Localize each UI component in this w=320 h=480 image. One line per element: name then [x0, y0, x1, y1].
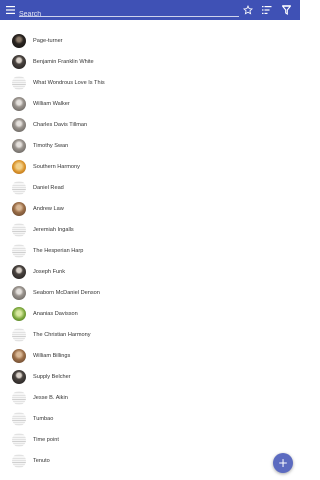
avatar — [12, 54, 26, 69]
avatar — [12, 201, 26, 216]
list-item[interactable]: William Billings — [0, 345, 300, 366]
list-item-label: Charles Davis Tillman — [33, 121, 88, 128]
hamburger-menu-icon[interactable] — [4, 4, 16, 16]
list-item[interactable]: Southern Harmony — [0, 156, 300, 177]
list-item-label: Jesse B. Aikin — [33, 394, 68, 401]
list-item[interactable]: Seaborn McDaniel Denson — [0, 282, 300, 303]
avatar — [12, 180, 26, 195]
avatar — [12, 243, 26, 258]
list-item-label: Benjamin Franklin White — [33, 58, 94, 65]
list-item-label: Seaborn McDaniel Denson — [33, 289, 100, 296]
list-item-label: Timothy Swan — [33, 142, 69, 149]
search-input[interactable] — [19, 8, 239, 21]
plus-icon: + — [277, 456, 289, 470]
avatar — [12, 33, 26, 48]
list-item[interactable]: What Wondrous Love Is This — [0, 72, 300, 93]
app-toolbar — [0, 0, 300, 21]
avatar — [12, 348, 26, 363]
list-item-label: The Hesperian Harp — [33, 247, 84, 254]
list-item-label: Page-turner — [33, 37, 63, 44]
list-item-label: Supply Belcher — [33, 373, 71, 380]
list-item[interactable]: Joseph Funk — [0, 261, 300, 282]
list-item[interactable]: Tumbao — [0, 408, 300, 429]
list-item[interactable]: Benjamin Franklin White — [0, 51, 300, 72]
list-item-label: Ananias Davisson — [33, 310, 78, 317]
filter-icon[interactable] — [280, 4, 292, 16]
star-icon[interactable] — [242, 4, 254, 16]
search-field[interactable] — [19, 3, 239, 21]
avatar — [12, 327, 26, 342]
avatar — [12, 75, 26, 90]
list-item[interactable]: Timothy Swan — [0, 135, 300, 156]
list-item-label: What Wondrous Love Is This — [33, 79, 105, 86]
avatar — [12, 306, 26, 321]
list-item[interactable]: Daniel Read — [0, 177, 300, 198]
list-item[interactable]: The Hesperian Harp — [0, 240, 300, 261]
avatar — [12, 264, 26, 279]
list-item-label: Jeremiah Ingalls — [33, 226, 74, 233]
list-item-label: Tenuto — [33, 457, 50, 464]
avatar — [12, 117, 26, 132]
list-item[interactable]: Ananias Davisson — [0, 303, 300, 324]
list-item-label: William Billings — [33, 352, 71, 359]
list-item[interactable]: Jesse B. Aikin — [0, 387, 300, 408]
list-item-label: Tumbao — [33, 415, 54, 422]
avatar — [12, 411, 26, 426]
avatar — [12, 159, 26, 174]
list-item-label: Southern Harmony — [33, 163, 80, 170]
list-item-label: Daniel Read — [33, 184, 64, 191]
list-item[interactable]: Supply Belcher — [0, 366, 300, 387]
avatar — [12, 222, 26, 237]
list-item-label: The Christian Harmony — [33, 331, 91, 338]
avatar — [12, 453, 26, 468]
list-item[interactable]: Charles Davis Tillman — [0, 114, 300, 135]
list-item[interactable]: The Christian Harmony — [0, 324, 300, 345]
list-item-label: Time point — [33, 436, 59, 443]
list-item-label: Joseph Funk — [33, 268, 66, 275]
avatar — [12, 369, 26, 384]
add-fab-button[interactable]: + — [273, 453, 293, 473]
avatar — [12, 285, 26, 300]
list-item-label: Andrew Law — [33, 205, 64, 212]
list-item[interactable]: William Walker — [0, 93, 300, 114]
list-item[interactable]: Page-turner — [0, 30, 300, 51]
list-item-label: William Walker — [33, 100, 70, 107]
avatar — [12, 390, 26, 405]
avatar — [12, 432, 26, 447]
list-item[interactable]: Tenuto — [0, 450, 300, 471]
sort-icon[interactable] — [261, 4, 273, 16]
list-item[interactable]: Time point — [0, 429, 300, 450]
list-item[interactable]: Jeremiah Ingalls — [0, 219, 300, 240]
avatar — [12, 96, 26, 111]
list-item[interactable]: Andrew Law — [0, 198, 300, 219]
avatar — [12, 138, 26, 153]
